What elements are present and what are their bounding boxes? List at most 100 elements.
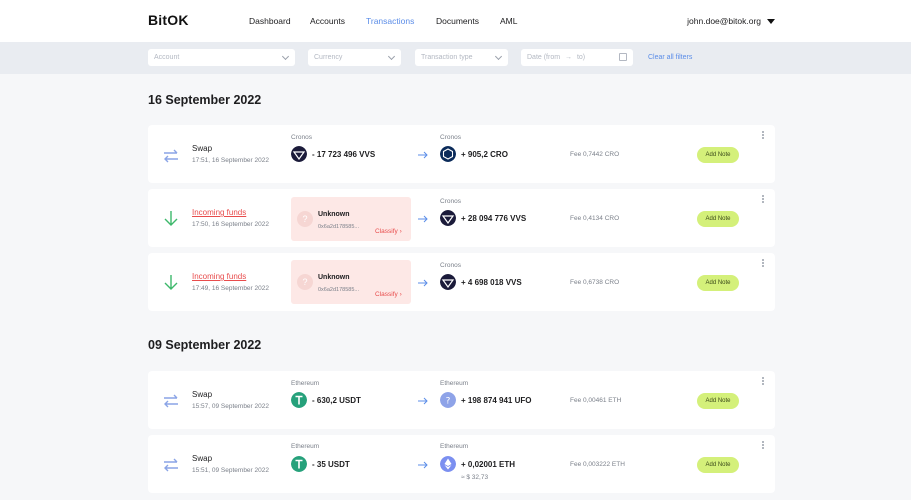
transaction-row[interactable]: Swap 15:51, 09 September 2022 Ethereum -… [148, 435, 775, 493]
usdt-coin-icon [291, 392, 307, 408]
from-network: Ethereum [291, 443, 320, 450]
swap-icon [164, 458, 178, 472]
more-options-icon[interactable] [761, 440, 765, 450]
nav-transactions[interactable]: Transactions [366, 16, 414, 26]
to-amount: + 4 698 018 VVS [461, 278, 522, 287]
transaction-type: Swap [192, 454, 213, 463]
currency-filter-placeholder: Currency [314, 54, 343, 61]
unknown-address: 0x6a2d178585... [318, 287, 359, 293]
transaction-time: 17:50, 16 September 2022 [192, 221, 269, 228]
to-amount: + 28 094 776 VVS [461, 214, 527, 223]
to-network: Ethereum [440, 443, 469, 450]
add-note-button[interactable]: Add Note [697, 211, 739, 227]
to-amount: + 905,2 CRO [461, 150, 508, 159]
transaction-row[interactable]: Swap 15:57, 09 September 2022 Ethereum -… [148, 371, 775, 429]
unknown-label: Unknown [318, 274, 350, 281]
from-amount: - 35 USDT [312, 460, 350, 469]
chevron-down-icon [281, 52, 290, 61]
fee: Fee 0,003222 ETH [570, 461, 625, 468]
ufo-coin-icon: ? [440, 392, 456, 408]
from-network: Cronos [291, 134, 312, 141]
transaction-type-link[interactable]: Incoming funds [192, 208, 246, 217]
clear-filters-link[interactable]: Clear all filters [648, 54, 692, 61]
usdt-coin-icon [291, 456, 307, 472]
transaction-time: 17:49, 16 September 2022 [192, 285, 269, 292]
transaction-time: 15:51, 09 September 2022 [192, 467, 269, 474]
date-from-placeholder: Date (from [527, 54, 561, 61]
nav-dashboard[interactable]: Dashboard [249, 16, 291, 26]
arrow-right-icon [418, 397, 428, 405]
cro-coin-icon [440, 146, 456, 162]
arrow-right-icon [418, 279, 428, 287]
date-range-filter[interactable]: Date (from → to) [521, 49, 633, 66]
fee: Fee 0,4134 CRO [570, 215, 620, 222]
add-note-button[interactable]: Add Note [697, 457, 739, 473]
arrow-right-icon [418, 151, 428, 159]
more-options-icon[interactable] [761, 376, 765, 386]
currency-filter[interactable]: Currency [308, 49, 401, 66]
caret-down-icon [767, 18, 775, 24]
more-options-icon[interactable] [761, 258, 765, 268]
question-icon: ? [297, 274, 313, 290]
transaction-type-placeholder: Transaction type [421, 54, 473, 61]
unknown-label: Unknown [318, 211, 350, 218]
transaction-row[interactable]: Incoming funds 17:50, 16 September 2022 … [148, 189, 775, 247]
svg-text:?: ? [446, 397, 451, 407]
transaction-type-link[interactable]: Incoming funds [192, 272, 246, 281]
date-group-title: 16 September 2022 [148, 93, 262, 107]
unknown-source-box: ? Unknown 0x6a2d178585... Classify › [291, 197, 411, 241]
classify-link[interactable]: Classify › [375, 291, 402, 298]
from-amount: - 630,2 USDT [312, 396, 361, 405]
transaction-time: 15:57, 09 September 2022 [192, 403, 269, 410]
arrow-down-icon [164, 211, 178, 226]
classify-label: Classify [375, 291, 398, 298]
transaction-row[interactable]: Incoming funds 17:49, 16 September 2022 … [148, 253, 775, 311]
more-options-icon[interactable] [761, 130, 765, 140]
more-options-icon[interactable] [761, 194, 765, 204]
user-menu[interactable]: john.doe@bitok.org [687, 16, 775, 26]
add-note-button[interactable]: Add Note [697, 147, 739, 163]
bitok-logo[interactable]: BitOK [148, 12, 189, 28]
nav-accounts[interactable]: Accounts [310, 16, 345, 26]
to-usd-value: ≈ $ 32,73 [461, 474, 489, 481]
transaction-type: Swap [192, 144, 213, 153]
arrow-right-icon [418, 461, 428, 469]
vvs-coin-icon [291, 146, 307, 162]
nav-aml[interactable]: AML [500, 16, 517, 26]
classify-label: Classify [375, 228, 398, 235]
swap-icon [164, 149, 178, 163]
to-amount: + 198 874 941 UFO [461, 396, 532, 405]
unknown-address: 0x6a2d178585... [318, 224, 359, 230]
to-network: Cronos [440, 262, 461, 269]
add-note-button[interactable]: Add Note [697, 393, 739, 409]
fee: Fee 0,7442 CRO [570, 151, 620, 158]
transaction-type: Swap [192, 390, 213, 399]
date-to-placeholder: to) [576, 54, 586, 61]
transaction-row[interactable]: Swap 17:51, 16 September 2022 Cronos - 1… [148, 125, 775, 183]
chevron-down-icon [494, 52, 503, 61]
chevron-down-icon [387, 52, 396, 61]
vvs-coin-icon [440, 210, 456, 226]
arrow-down-icon [164, 275, 178, 290]
from-amount: - 17 723 496 VVS [312, 150, 376, 159]
account-filter[interactable]: Account [148, 49, 295, 66]
user-email: john.doe@bitok.org [687, 16, 761, 26]
date-group-title: 09 September 2022 [148, 338, 262, 352]
to-amount: + 0,02001 ETH [461, 460, 516, 469]
transaction-type-filter[interactable]: Transaction type [415, 49, 508, 66]
to-network: Cronos [440, 134, 461, 141]
vvs-coin-icon [440, 274, 456, 290]
arrow-right-icon [418, 215, 428, 223]
calendar-icon [619, 53, 627, 61]
unknown-source-box: ? Unknown 0x6a2d178585... Classify › [291, 260, 411, 304]
add-note-button[interactable]: Add Note [697, 275, 739, 291]
to-network: Cronos [440, 198, 461, 205]
date-range-arrow: → [565, 54, 573, 61]
top-navigation-bar: BitOK Dashboard Accounts Transactions Do… [0, 0, 911, 42]
fee: Fee 0,00461 ETH [570, 397, 622, 404]
question-icon: ? [297, 211, 313, 227]
to-network: Ethereum [440, 380, 469, 387]
classify-link[interactable]: Classify › [375, 228, 402, 235]
nav-documents[interactable]: Documents [436, 16, 479, 26]
fee: Fee 0,6738 CRO [570, 279, 620, 286]
